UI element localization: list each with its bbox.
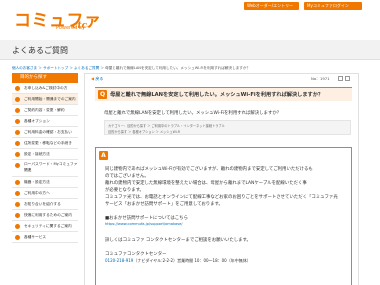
sidebar-bullet-icon [15, 141, 20, 146]
my-commufa-login-button[interactable]: Myコミュファログイン [304, 2, 362, 10]
answer-line: 離れの建物内で安定した無線環境を整えたい場合は、母屋から離れまでLANケーブルを… [105, 181, 307, 186]
back-label: 戻る [95, 76, 104, 81]
question-number: No：1971 [311, 76, 330, 81]
sidebar-item-label: 機器・設定方法 [24, 180, 50, 184]
web-order-button[interactable]: Webオーダー/エントリー [244, 2, 299, 10]
answer-a-icon: A [99, 151, 108, 160]
sidebar-bullet-icon [15, 235, 20, 240]
sidebar-item-label: 各種サービス [24, 235, 47, 239]
answer-line: 同じ建物内であればメッシュWi-Fiが有効でございますが、離れの建物内まで安定し… [105, 167, 313, 172]
category-line[interactable]: 目的から探す ＞ 各種オプション ＞ メッシュWi-Fi [108, 129, 180, 134]
sidebar-item-label: 住所変更・移転などの手続き [24, 141, 72, 145]
sidebar-bullet-icon [15, 97, 20, 102]
question-title: 母屋と離れで無線LANを安定して利用したい。メッシュWi-Fiを利用すれば解決し… [110, 92, 324, 98]
ctc-logo: ctc [72, 21, 88, 31]
sidebar-item-label: お申し込み&ご検討中の方 [24, 86, 68, 90]
omakase-heading: ■おまかせ訪問サポートについてはこちら [105, 216, 188, 221]
sidebar-item-current-users[interactable]: ご利用中の方へ [12, 188, 78, 199]
sidebar-item-label: 快適に利用するためのご案内 [24, 213, 72, 217]
page-title: よくあるご質問 [12, 46, 68, 55]
sidebar-bullet-icon [15, 119, 20, 124]
sidebar-item-label: 設定・接続方法 [24, 152, 50, 156]
sidebar-bullet-icon [15, 213, 20, 218]
sidebar-item-options[interactable]: 各種オプション [12, 116, 78, 127]
sidebar-item-password[interactable]: ローパスワード・Myコミュファ関連 [12, 160, 78, 177]
sidebar-item-label: お知り合いを紹介する [24, 202, 61, 206]
breadcrumb-links[interactable]: 個人のお客さま ＞ サポートトップ ＞ よくあるご質問 ＞ [12, 66, 105, 70]
contact-phone-line: 0120-218-919（ナビダイヤル:2-2-2）営業時間 10：00～18：… [105, 258, 251, 264]
sidebar-item-start-guide[interactable]: ご利用開始・開通までのご案内 [12, 94, 78, 105]
sidebar-item-referral[interactable]: お知り合いを紹介する [12, 199, 78, 210]
sidebar-item-label: セキュリティに関するご案内 [24, 224, 72, 228]
category-box: カテゴリー：目的から探す ＞ ご利用中のトラブル・インターネット接続トラブル 目… [104, 120, 351, 135]
page-title-bar: よくあるご質問 [0, 40, 380, 60]
question-q-icon: Q [98, 90, 107, 99]
phone-hours: （ナビダイヤル:2-2-2）営業時間 10：00～18：00（年中無休） [133, 258, 251, 263]
sidebar-bullet-icon [15, 86, 20, 91]
answer-line: 詳しくはコミュファ コンタクトセンターまでご相談をお願いいたします。 [105, 238, 251, 243]
sidebar-bullet-icon [15, 108, 20, 113]
share-icon[interactable] [345, 76, 350, 81]
sidebar-item-services[interactable]: 各種サービス [12, 232, 78, 243]
answer-line: サービス「おまかせ訪問サポート」をご用意しております。 [105, 202, 223, 207]
sidebar-bullet-icon [15, 191, 20, 196]
sidebar-item-security[interactable]: セキュリティに関するご案内 [12, 221, 78, 232]
omakase-link[interactable]: https://www.commufa.jp/support/omakase/ [105, 222, 183, 226]
question-detail: 母屋と離れで無線LANを安定して利用したい。メッシュWi-Fiを利用すれば解決し… [104, 111, 282, 116]
answer-line: のではございません。 [105, 174, 149, 179]
breadcrumb-current: 母屋と離れで無線LANを安定して利用したい。メッシュWi-Fiを利用すれば解決し… [105, 66, 251, 70]
category-line[interactable]: カテゴリー：目的から探す ＞ ご利用中のトラブル・インターネット接続トラブル [108, 123, 225, 128]
answer-box: A 同じ建物内であればメッシュWi-Fiが有効でございますが、離れの建物内まで安… [95, 147, 352, 285]
sidebar-item-application[interactable]: お申し込み&ご検討中の方 [12, 83, 78, 94]
back-link[interactable]: ◀ 戻る [91, 76, 103, 82]
sidebar-bullet-icon [15, 202, 20, 207]
sidebar: 目的から探す お申し込み&ご検討中の方 ご利用開始・開通までのご案内 ご契約内容… [12, 73, 78, 243]
sidebar-bullet-icon [15, 130, 20, 135]
sidebar-item-settings[interactable]: 設定・接続方法 [12, 149, 78, 160]
sidebar-item-label: ご利用中の方へ [24, 191, 50, 195]
sidebar-heading: 目的から探す [12, 73, 78, 83]
sidebar-item-contract[interactable]: ご契約内容・変更・解約 [12, 105, 78, 116]
contact-center-name: コミュファコンタクトセンター [105, 252, 167, 257]
print-icon[interactable] [338, 76, 343, 81]
faq-article: ◀ 戻る No：1971 Q 母屋と離れで無線LANを安定して利用したい。メッシ… [84, 73, 359, 285]
sidebar-item-label: ご利用開始・開通までのご案内 [24, 97, 76, 101]
sidebar-bullet-icon [15, 152, 20, 157]
site-header: コミュファ Powered by ctc Webオーダー/エントリー Myコミュ… [0, 0, 380, 40]
sidebar-item-devices[interactable]: 機器・設定方法 [12, 177, 78, 188]
answer-line: が必要となります。 [105, 188, 144, 193]
sidebar-item-label: 各種オプション [24, 119, 50, 123]
sidebar-bullet-icon [15, 180, 20, 185]
phone-number-link[interactable]: 0120-218-919 [105, 258, 133, 263]
answer-line: コミュファ光では、お電話とオンラインにて配線工事などお家のお困りごとをサポートさ… [105, 195, 338, 200]
question-header: Q 母屋と離れで無線LANを安定して利用したい。メッシュWi-Fiを利用すれば解… [95, 87, 352, 101]
breadcrumb: 個人のお客さま ＞ サポートトップ ＞ よくあるご質問 ＞ 母屋と離れで無線LA… [12, 66, 372, 71]
sidebar-bullet-icon [15, 163, 20, 168]
sidebar-bullet-icon [15, 224, 20, 229]
sidebar-item-label: ご利用料金の確認・お支払い [24, 130, 72, 134]
sidebar-item-label: ご契約内容・変更・解約 [24, 108, 65, 112]
article-toolbar: ◀ 戻る No：1971 [85, 74, 358, 84]
sidebar-item-billing[interactable]: ご利用料金の確認・お支払い [12, 127, 78, 138]
sidebar-item-label: ローパスワード・Myコミュファ関連 [24, 162, 78, 172]
sidebar-item-address-change[interactable]: 住所変更・移転などの手続き [12, 138, 78, 149]
sidebar-item-comfort-guide[interactable]: 快適に利用するためのご案内 [12, 210, 78, 221]
